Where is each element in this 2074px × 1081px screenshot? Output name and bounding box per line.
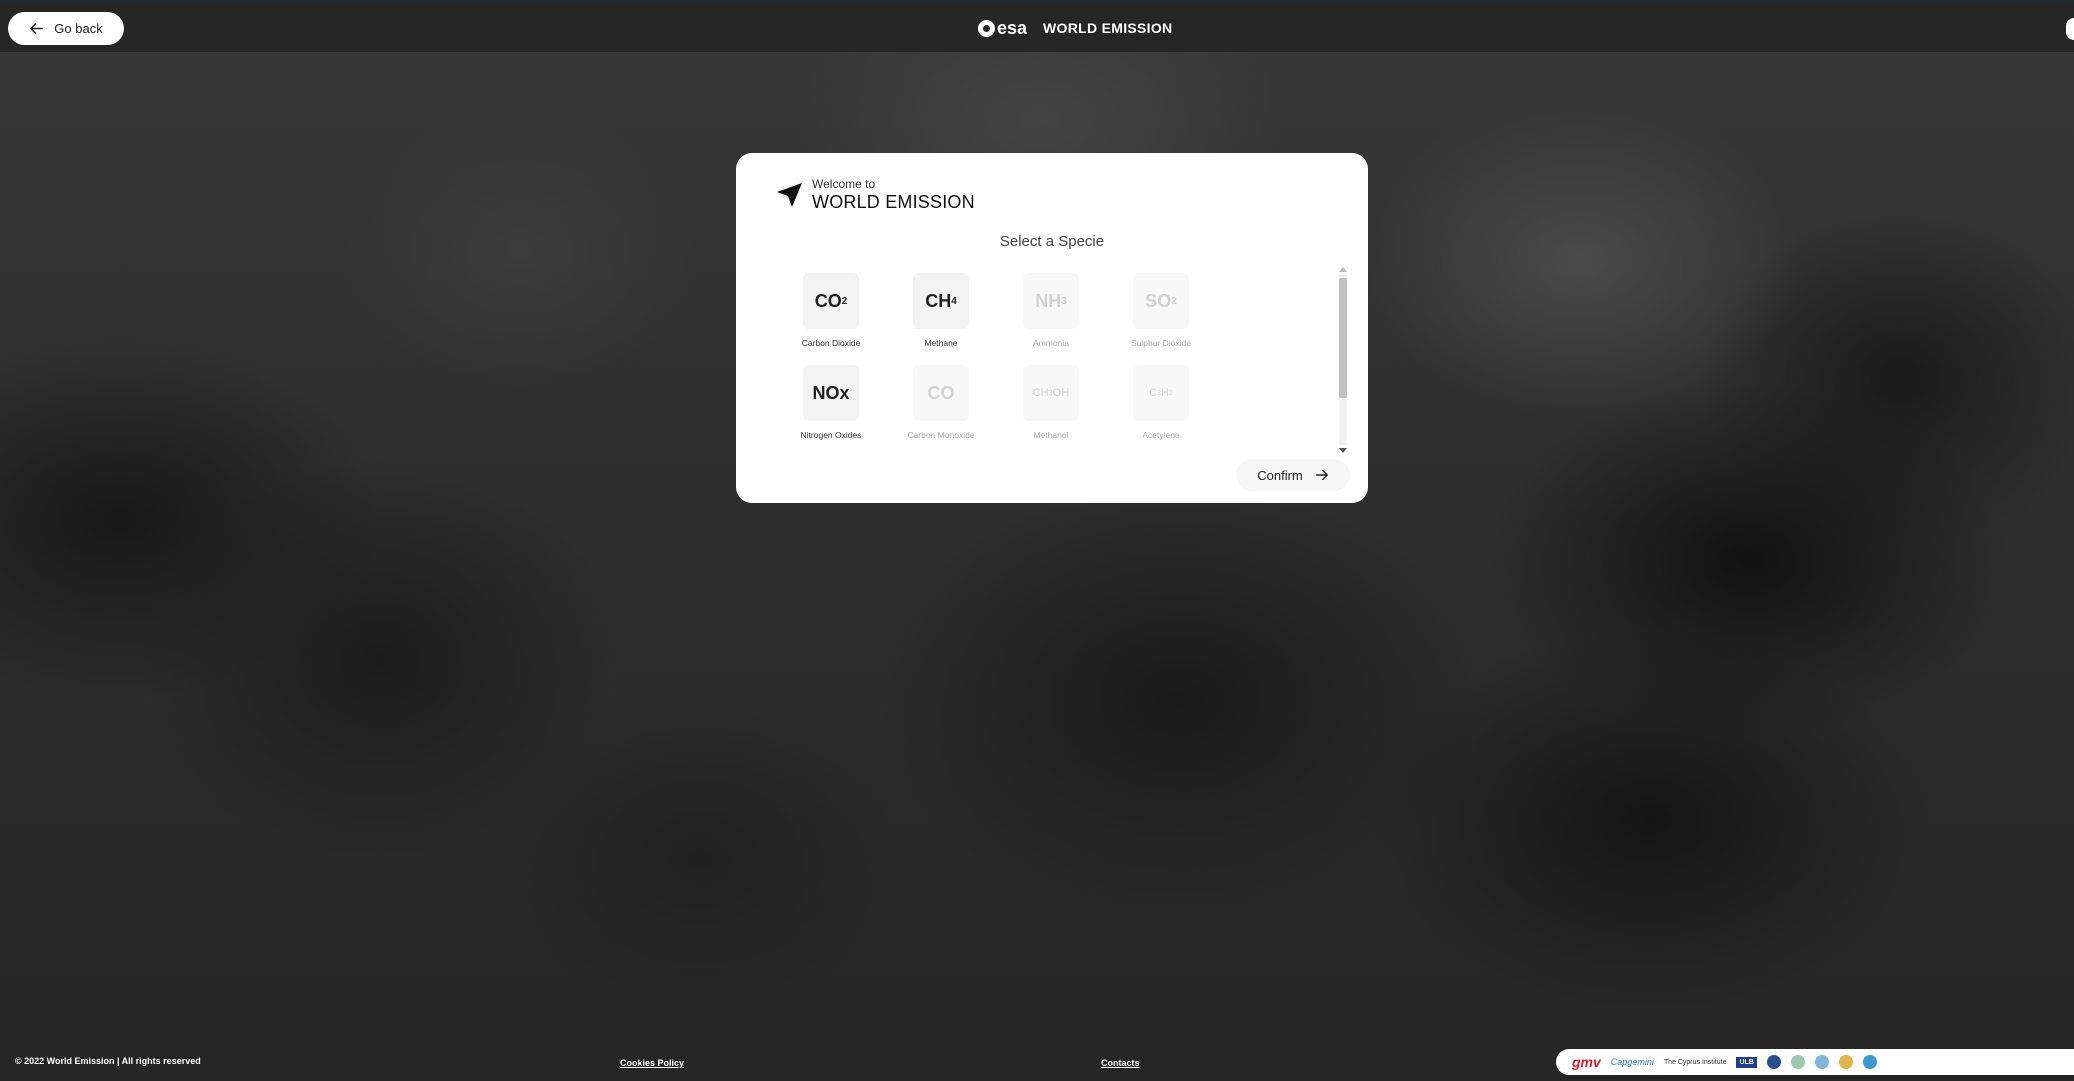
specie-formula: CO bbox=[913, 365, 969, 421]
partner-logo-icon bbox=[1790, 1055, 1805, 1069]
specie-label: Sulphur Dioxide bbox=[1130, 338, 1191, 348]
species-scrollbar[interactable] bbox=[1338, 265, 1348, 455]
capgemini-logo: Capgemini bbox=[1610, 1057, 1654, 1067]
specie-acetylene: C2H2 Acetylene bbox=[1106, 365, 1216, 457]
welcome-subtitle: Welcome to bbox=[812, 177, 876, 191]
modal-header: Welcome to WORLD EMISSION bbox=[774, 177, 975, 213]
navigation-arrow-icon bbox=[777, 183, 802, 207]
scroll-up-icon[interactable] bbox=[1339, 267, 1347, 272]
brand: esa WORLD EMISSION bbox=[978, 16, 1172, 40]
cookies-policy-link[interactable]: Cookies Policy bbox=[620, 1058, 684, 1068]
app-title: WORLD EMISSION bbox=[1043, 20, 1173, 36]
specie-carbon-monoxide: CO Carbon Monoxide bbox=[886, 365, 996, 457]
specie-methanol: CH 3 OH Methanol bbox=[996, 365, 1106, 457]
confirm-button[interactable]: Confirm bbox=[1236, 459, 1350, 491]
specie-label: Methane bbox=[924, 338, 958, 348]
specie-formula: C2H2 bbox=[1133, 365, 1189, 421]
specie-formula: CH 4 bbox=[913, 273, 969, 329]
contacts-link[interactable]: Contacts bbox=[1101, 1058, 1140, 1068]
esa-mark-icon bbox=[978, 19, 995, 37]
specie-label: Acetylene bbox=[1142, 430, 1180, 440]
arrow-right-icon bbox=[1315, 469, 1328, 481]
specie-label: Carbon Monoxide bbox=[907, 430, 975, 440]
specie-methane[interactable]: CH 4 Methane bbox=[886, 273, 996, 365]
partner-logo-icon bbox=[1862, 1055, 1877, 1069]
select-specie-title: Select a Specie bbox=[999, 233, 1105, 250]
specie-formula: CO 2 bbox=[803, 273, 859, 329]
arrow-left-icon bbox=[30, 23, 44, 34]
go-back-label: Go back bbox=[54, 21, 103, 36]
specie-formula: CH 3 OH bbox=[1023, 365, 1079, 421]
specie-label: Carbon Dioxide bbox=[801, 338, 861, 348]
specie-label: Nitrogen Oxides bbox=[800, 430, 862, 440]
scroll-down-icon[interactable] bbox=[1339, 448, 1347, 453]
specie-label: Methanol bbox=[1033, 430, 1069, 440]
species-grid: CO 2 Carbon Dioxide CH 4 Methane NH 3 Ammon… bbox=[776, 273, 1216, 463]
specie-label: Ammonia bbox=[1033, 338, 1069, 348]
partner-logo-icon bbox=[1838, 1055, 1853, 1069]
partner-logo-icon bbox=[1766, 1055, 1781, 1069]
specie-formula: NOx bbox=[803, 365, 859, 421]
profile-button[interactable] bbox=[2066, 18, 2074, 40]
top-bar: Go back esa WORLD EMISSION bbox=[0, 0, 2074, 52]
specie-sulphur-dioxide: SO 2 Sulphur Dioxide bbox=[1106, 273, 1216, 365]
go-back-button[interactable]: Go back bbox=[8, 12, 124, 45]
copyright-text: © 2022 World Emission | All rights reser… bbox=[15, 1056, 201, 1066]
scroll-thumb[interactable] bbox=[1339, 278, 1347, 398]
welcome-modal: Welcome to WORLD EMISSION Select a Speci… bbox=[736, 153, 1368, 503]
partner-logos: gmv Capgemini The Cyprus Institute ULB bbox=[1556, 1049, 2074, 1075]
footer: © 2022 World Emission | All rights reser… bbox=[0, 1041, 2074, 1081]
confirm-label: Confirm bbox=[1257, 467, 1303, 483]
specie-nitrogen-oxides[interactable]: NOx Nitrogen Oxides bbox=[776, 365, 886, 457]
esa-logo: esa bbox=[978, 18, 1027, 39]
specie-formula: NH 3 bbox=[1023, 273, 1079, 329]
ulb-logo: ULB bbox=[1736, 1056, 1757, 1068]
cyprus-institute-logo: The Cyprus Institute bbox=[1663, 1058, 1727, 1066]
specie-ammonia: NH 3 Ammonia bbox=[996, 273, 1106, 365]
specie-formula: SO 2 bbox=[1133, 273, 1189, 329]
gmv-logo: gmv bbox=[1572, 1054, 1601, 1070]
welcome-title: WORLD EMISSION bbox=[812, 192, 975, 212]
specie-carbon-dioxide[interactable]: CO 2 Carbon Dioxide bbox=[776, 273, 886, 365]
partner-logo-icon bbox=[1814, 1055, 1829, 1069]
esa-logo-text: esa bbox=[997, 17, 1028, 38]
